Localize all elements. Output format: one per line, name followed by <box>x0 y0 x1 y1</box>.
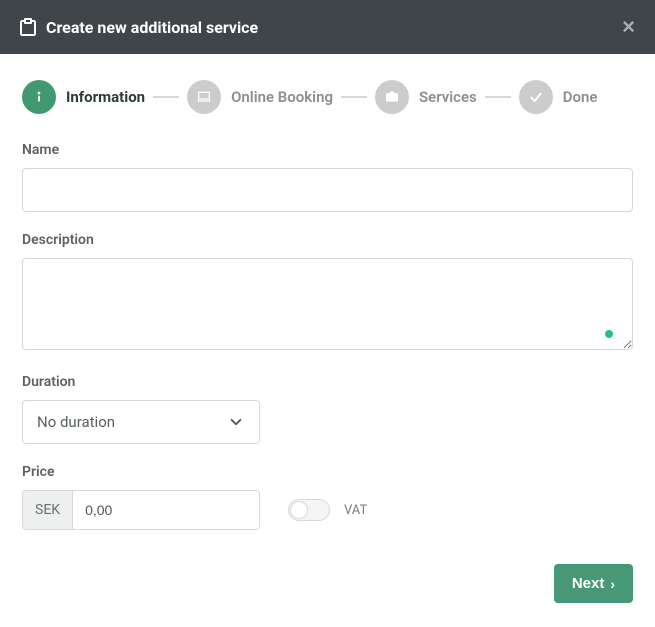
step-online-booking[interactable]: Online Booking <box>187 80 333 114</box>
price-group: Price SEK VAT <box>22 464 633 530</box>
laptop-icon <box>187 80 221 114</box>
price-label: Price <box>22 464 633 480</box>
price-input[interactable] <box>73 491 259 529</box>
next-button[interactable]: Next › <box>554 564 633 603</box>
briefcase-icon <box>375 80 409 114</box>
next-button-label: Next <box>572 575 605 592</box>
description-input[interactable] <box>22 258 633 350</box>
duration-selected-value: No duration <box>37 413 115 431</box>
modal-body: Information Online Booking Services Done… <box>0 54 655 625</box>
step-done[interactable]: Done <box>519 80 598 114</box>
step-connector <box>341 96 367 98</box>
duration-group: Duration No duration <box>22 374 633 444</box>
step-services[interactable]: Services <box>375 80 477 114</box>
step-connector <box>153 96 179 98</box>
modal-footer: Next › <box>22 564 633 603</box>
description-group: Description <box>22 232 633 354</box>
description-label: Description <box>22 232 633 248</box>
step-label: Done <box>563 88 598 106</box>
name-group: Name <box>22 142 633 212</box>
vat-toggle[interactable] <box>288 499 330 521</box>
check-icon <box>519 80 553 114</box>
name-label: Name <box>22 142 633 158</box>
step-label: Online Booking <box>231 88 333 106</box>
info-icon <box>22 80 56 114</box>
close-button[interactable]: × <box>622 16 635 38</box>
duration-label: Duration <box>22 374 633 390</box>
stepper: Information Online Booking Services Done <box>22 80 633 114</box>
price-input-group: SEK <box>22 490 260 530</box>
chevron-right-icon: › <box>610 577 615 591</box>
modal-header: Create new additional service × <box>0 0 655 54</box>
name-input[interactable] <box>22 168 633 212</box>
vat-toggle-wrap: VAT <box>288 499 367 521</box>
clipboard-icon <box>20 18 36 36</box>
modal-header-left: Create new additional service <box>20 18 258 37</box>
step-label: Services <box>419 88 477 106</box>
modal-title: Create new additional service <box>46 18 258 37</box>
step-information[interactable]: Information <box>22 80 145 114</box>
step-connector <box>485 96 511 98</box>
step-label: Information <box>66 88 145 106</box>
chevron-down-icon <box>227 413 245 431</box>
vat-label: VAT <box>344 503 367 518</box>
toggle-knob <box>290 501 308 519</box>
duration-select[interactable]: No duration <box>22 400 260 444</box>
currency-addon: SEK <box>23 491 73 529</box>
close-icon: × <box>622 14 635 39</box>
